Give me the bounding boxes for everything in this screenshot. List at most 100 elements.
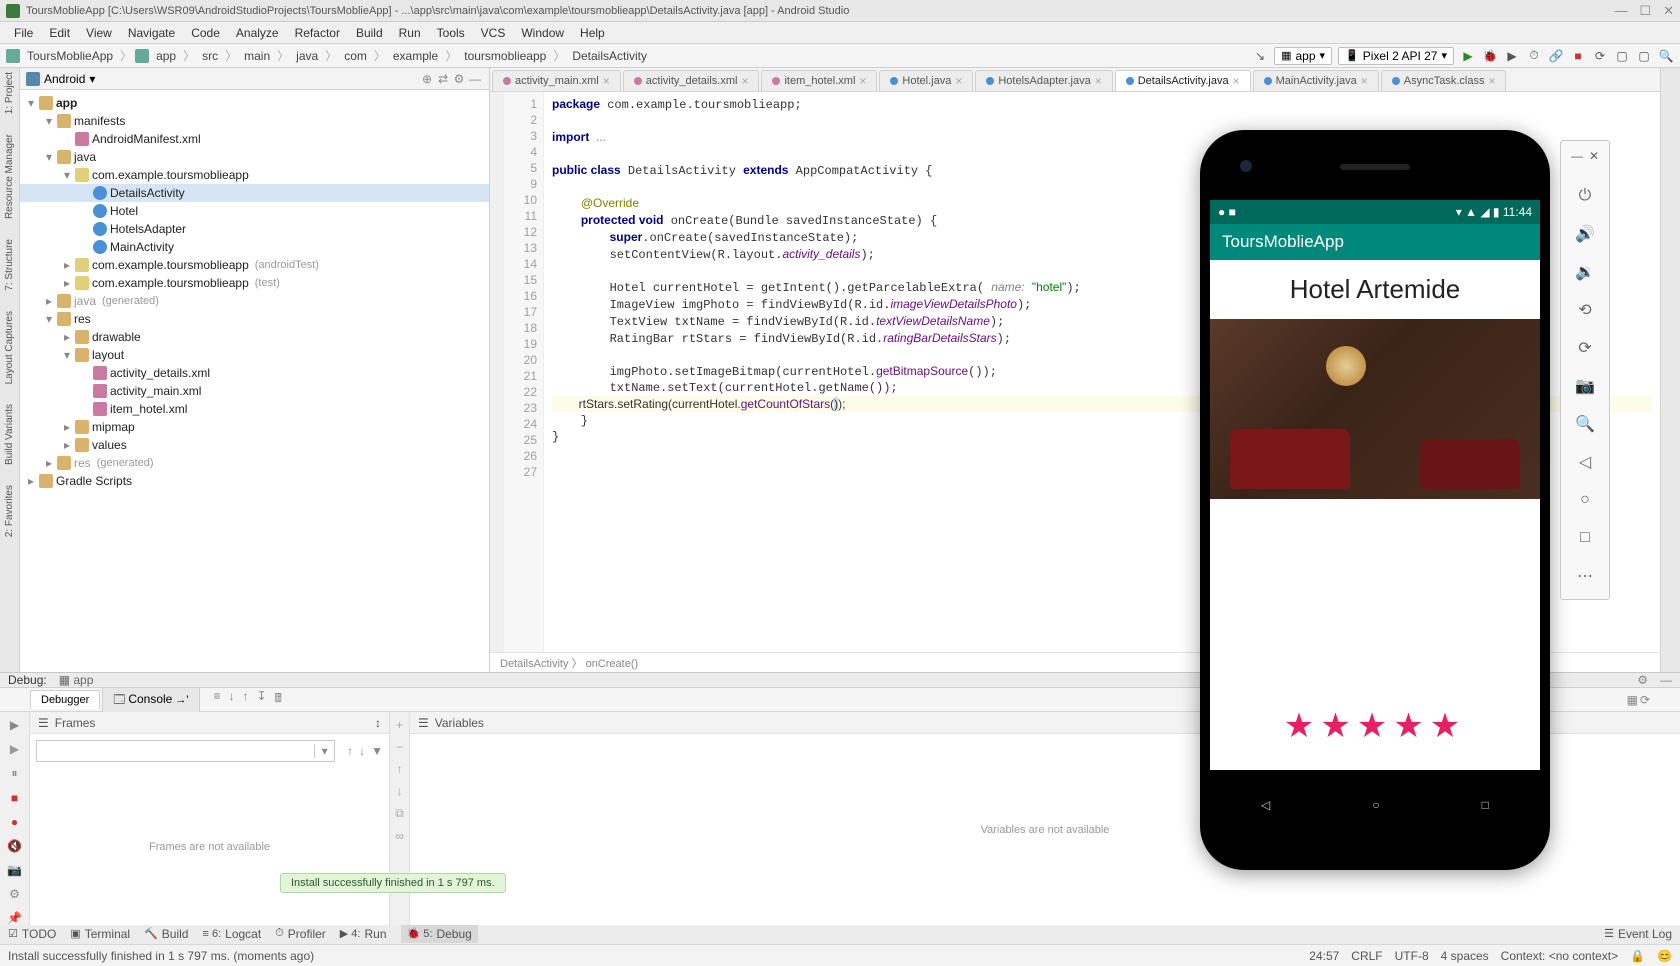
editor-tab[interactable]: activity_details.xml × (623, 70, 760, 91)
remove-icon[interactable]: − (396, 740, 403, 754)
debug-target[interactable]: ▦ app (59, 673, 94, 687)
emu-home-icon[interactable]: ○ (1574, 489, 1596, 511)
volume-up-icon[interactable]: 🔊 (1574, 223, 1596, 245)
tool-todo[interactable]: ☑ TODO (8, 927, 56, 941)
tree-item[interactable]: ▾com.example.toursmoblieapp (20, 166, 489, 184)
tree-item[interactable]: HotelsAdapter (20, 220, 489, 238)
emu-close-icon[interactable]: ✕ (1589, 149, 1599, 163)
back-icon[interactable]: ◁ (1261, 798, 1270, 812)
editor-tab[interactable]: AsyncTask.class × (1381, 70, 1507, 91)
run-icon[interactable]: ▶ (1460, 48, 1476, 64)
more-icon[interactable]: ⋯ (1574, 565, 1596, 587)
evaluate-icon[interactable]: 🖩 (275, 689, 282, 710)
run-config-combo[interactable]: ▦ app ▾ (1274, 47, 1332, 65)
avd-icon[interactable]: ▢ (1614, 48, 1630, 64)
mute-icon[interactable]: 🔇 (7, 839, 22, 853)
tree-item[interactable]: ▾manifests (20, 112, 489, 130)
close-button[interactable]: ✕ (1663, 3, 1674, 19)
maximize-button[interactable]: ☐ (1639, 3, 1651, 19)
crumb[interactable]: DetailsActivity (568, 48, 651, 64)
coverage-icon[interactable]: ▶ (1504, 48, 1520, 64)
add-icon[interactable]: + (396, 718, 403, 732)
menu-analyze[interactable]: Analyze (228, 24, 287, 42)
menu-window[interactable]: Window (513, 24, 572, 42)
tree-item[interactable]: ▸com.example.toursmoblieapp(androidTest) (20, 256, 489, 274)
sync-icon[interactable]: ⟳ (1592, 48, 1608, 64)
settings-icon[interactable]: ⚙ (451, 71, 467, 87)
menu-run[interactable]: Run (391, 24, 429, 42)
rerun-icon[interactable]: ▶ (10, 718, 19, 732)
restore-icon[interactable]: ⟳ (1640, 693, 1650, 707)
step-over-icon[interactable]: ≡ (214, 689, 221, 710)
tool-debug[interactable]: 🐞 5: Debug (401, 925, 478, 943)
emu-back-icon[interactable]: ◁ (1574, 451, 1596, 473)
minimize-panel-icon[interactable]: — (1660, 673, 1672, 687)
project-view-selector[interactable]: Android ▾ (26, 72, 95, 86)
minimize-button[interactable]: — (1614, 3, 1627, 19)
tree-item[interactable]: activity_main.xml (20, 382, 489, 400)
indent[interactable]: 4 spaces (1441, 949, 1489, 963)
menu-tools[interactable]: Tools (429, 24, 473, 42)
profile-icon[interactable]: ⏱ (1526, 48, 1542, 64)
menu-file[interactable]: File (6, 24, 41, 42)
home-icon[interactable]: ○ (1372, 798, 1379, 812)
crumb[interactable]: src (198, 48, 222, 64)
encoding[interactable]: UTF-8 (1395, 949, 1429, 963)
tree-item[interactable]: Hotel (20, 202, 489, 220)
editor-tab[interactable]: item_hotel.xml × (761, 70, 877, 91)
tree-item[interactable]: AndroidManifest.xml (20, 130, 489, 148)
android-navbar[interactable]: ◁ ○ □ (1210, 790, 1540, 820)
zoom-icon[interactable]: 🔍 (1574, 413, 1596, 435)
tool-event-log[interactable]: ☰ Event Log (1604, 927, 1672, 941)
pause-icon[interactable]: ⏸ (11, 766, 17, 781)
step-out-icon[interactable]: ↑ (243, 689, 249, 710)
sdk-icon[interactable]: ▢ (1636, 48, 1652, 64)
prev-frame-icon[interactable]: ↑ (347, 744, 353, 758)
tree-item[interactable]: ▾res (20, 310, 489, 328)
tool-profiler[interactable]: ⏱ Profiler (275, 927, 326, 941)
stop-icon[interactable]: ■ (11, 791, 18, 805)
project-tool-button[interactable]: 1: Project (4, 72, 15, 114)
phone-screen[interactable]: ● ■ ▾ ▲ ◢ ▮ 11:44 ToursMoblieApp Hotel A… (1210, 200, 1540, 770)
thread-selector[interactable]: ▾ (36, 740, 335, 762)
crumb[interactable]: main (240, 48, 274, 64)
tree-item[interactable]: ▾layout (20, 346, 489, 364)
rotate-left-icon[interactable]: ⟲ (1574, 299, 1596, 321)
inspector-icon[interactable]: 😊 (1657, 949, 1672, 963)
tree-item[interactable]: ▸java(generated) (20, 292, 489, 310)
menu-build[interactable]: Build (348, 24, 391, 42)
tree-item[interactable]: ▸drawable (20, 328, 489, 346)
line-separator[interactable]: CRLF (1351, 949, 1382, 963)
editor-tab[interactable]: activity_main.xml × (492, 70, 621, 91)
tree-item[interactable]: MainActivity (20, 238, 489, 256)
menu-vcs[interactable]: VCS (473, 24, 514, 42)
attach-debugger-icon[interactable]: 🔗 (1548, 48, 1564, 64)
tree-item[interactable]: ▸mipmap (20, 418, 489, 436)
menu-navigate[interactable]: Navigate (120, 24, 183, 42)
run-to-cursor-icon[interactable]: ↧ (257, 689, 267, 710)
layout-icon[interactable]: ▦ (1627, 693, 1638, 707)
tree-item[interactable]: ▸values (20, 436, 489, 454)
breakpoints-icon[interactable]: ● (11, 815, 18, 829)
emu-overview-icon[interactable]: □ (1574, 527, 1596, 549)
crumb[interactable]: ToursMoblieApp (23, 48, 117, 64)
tree-item[interactable]: activity_details.xml (20, 364, 489, 382)
gear-icon[interactable]: ⚙ (1637, 673, 1648, 687)
editor-tab[interactable]: DetailsActivity.java × (1115, 70, 1251, 91)
crumb[interactable]: toursmoblieapp (460, 48, 550, 64)
crumb[interactable]: java (292, 48, 322, 64)
captures-button[interactable]: Layout Captures (4, 311, 15, 384)
search-icon[interactable]: 🔍 (1658, 48, 1674, 64)
editor-tab[interactable]: MainActivity.java × (1253, 70, 1379, 91)
tree-item[interactable]: item_hotel.xml (20, 400, 489, 418)
project-tree[interactable]: ▾app ▾manifestsAndroidManifest.xml▾java▾… (20, 90, 489, 672)
tool-run[interactable]: ▶ 4: Run (340, 927, 387, 941)
tool-terminal[interactable]: ▣ Terminal (70, 927, 130, 941)
filter-icon[interactable]: ↕ (375, 716, 381, 730)
menu-help[interactable]: Help (572, 24, 613, 42)
menu-refactor[interactable]: Refactor (287, 24, 348, 42)
power-icon[interactable]: ⏻ (1574, 185, 1596, 207)
expand-icon[interactable]: ⇄ (435, 71, 451, 87)
tree-item[interactable]: ▾java (20, 148, 489, 166)
editor-tab[interactable]: Hotel.java × (879, 70, 973, 91)
